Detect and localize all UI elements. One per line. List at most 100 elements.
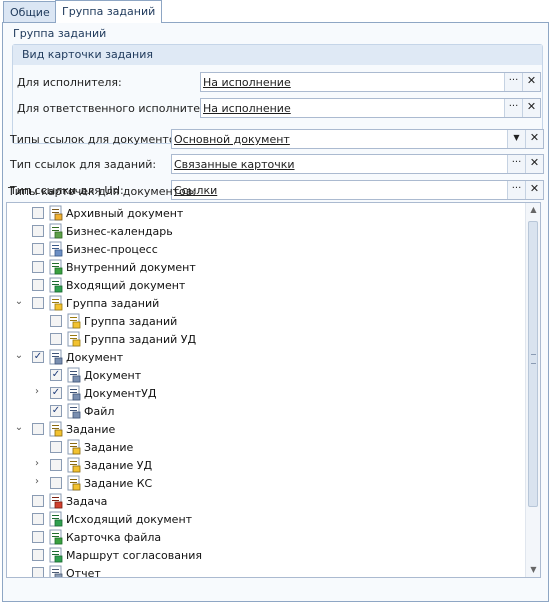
tree-checkbox[interactable] xyxy=(32,297,44,309)
tree-row-label: Документ xyxy=(84,369,142,382)
executor-field[interactable]: На исполнение ··· ✕ xyxy=(200,72,541,92)
task-link-type-clear-button[interactable]: ✕ xyxy=(525,155,543,173)
task-icon xyxy=(66,457,82,473)
tree-checkbox[interactable] xyxy=(50,333,62,345)
scroll-thumb[interactable] xyxy=(528,221,538,507)
task-icon xyxy=(66,439,82,455)
tree-checkbox[interactable] xyxy=(32,567,44,577)
task-group-icon xyxy=(48,295,64,311)
tree-row[interactable]: Внутренний документ xyxy=(7,258,525,276)
tree-checkbox[interactable]: ✓ xyxy=(50,387,62,399)
tree-checkbox[interactable] xyxy=(32,531,44,543)
tree-row[interactable]: Входящий документ xyxy=(7,276,525,294)
url-link-type-browse-button[interactable]: ··· xyxy=(507,181,525,199)
expand-chevron-icon[interactable]: › xyxy=(31,458,43,470)
tree-row[interactable]: Архивный документ xyxy=(7,204,525,222)
tree-checkbox[interactable] xyxy=(32,243,44,255)
task-group-icon xyxy=(66,313,82,329)
collapse-chevron-icon[interactable]: ⌄ xyxy=(13,350,25,362)
responsible-field[interactable]: На исполнение ··· ✕ xyxy=(200,98,541,118)
tree-checkbox[interactable] xyxy=(32,513,44,525)
internal-document-icon xyxy=(48,259,64,275)
tree-row[interactable]: Исходящий документ xyxy=(7,510,525,528)
doc-link-types-dropdown-button[interactable]: ▼ xyxy=(507,130,525,148)
tree-row[interactable]: Бизнес-процесс xyxy=(7,240,525,258)
card-types-tree[interactable]: Архивный документ Бизнес-календарь Бизнес-… xyxy=(6,202,541,578)
task-link-type-browse-button[interactable]: ··· xyxy=(507,155,525,173)
tree-row[interactable]: ⌄ Задание xyxy=(7,420,525,438)
tree-row-label: Бизнес-календарь xyxy=(66,225,173,238)
doc-link-types-value[interactable]: Основной документ xyxy=(174,133,290,146)
business-calendar-icon xyxy=(48,223,64,239)
tree-row[interactable]: Группа заданий xyxy=(7,312,525,330)
tree-checkbox[interactable] xyxy=(50,459,62,471)
tree-row[interactable]: Карточка файла xyxy=(7,528,525,546)
tree-checkbox[interactable] xyxy=(50,441,62,453)
tree-row[interactable]: Задача xyxy=(7,492,525,510)
tree-checkbox[interactable] xyxy=(32,495,44,507)
tree-row[interactable]: Бизнес-календарь xyxy=(7,222,525,240)
expand-chevron-icon[interactable]: › xyxy=(31,386,43,398)
executor-label: Для исполнителя: xyxy=(17,76,122,89)
approval-route-icon xyxy=(48,547,64,563)
document-icon xyxy=(48,349,64,365)
tree-row[interactable]: ✓ Файл xyxy=(7,402,525,420)
tree-checkbox[interactable] xyxy=(50,315,62,327)
tree-row[interactable]: ✓ Документ xyxy=(7,366,525,384)
outgoing-document-icon xyxy=(48,511,64,527)
tree-row-label: Бизнес-процесс xyxy=(66,243,158,256)
incoming-document-icon xyxy=(48,277,64,293)
tree-row-label: Задача xyxy=(66,495,108,508)
executor-browse-button[interactable]: ··· xyxy=(504,73,522,91)
tree-row[interactable]: Маршрут согласования xyxy=(7,546,525,564)
group-title: Группа заданий xyxy=(13,27,107,40)
tree-row-label: Группа заданий УД xyxy=(84,333,197,346)
task-group-icon xyxy=(66,331,82,347)
tree-checkbox[interactable] xyxy=(32,279,44,291)
executor-clear-button[interactable]: ✕ xyxy=(522,73,540,91)
tree-checkbox[interactable] xyxy=(32,225,44,237)
tree-row[interactable]: Задание xyxy=(7,438,525,456)
responsible-clear-button[interactable]: ✕ xyxy=(522,99,540,117)
responsible-value[interactable]: На исполнение xyxy=(203,102,291,115)
tree-checkbox[interactable] xyxy=(32,261,44,273)
tree-row[interactable]: ⌄ ✓ Документ xyxy=(7,348,525,366)
tree-scrollbar[interactable]: ▲ ▼ xyxy=(525,203,540,577)
scroll-up-arrow[interactable]: ▲ xyxy=(526,203,540,217)
tab-general[interactable]: Общие xyxy=(3,1,57,22)
tree-row[interactable]: › Задание УД xyxy=(7,456,525,474)
url-link-type-clear-button[interactable]: ✕ xyxy=(525,181,543,199)
assignment-icon xyxy=(48,493,64,509)
tree-checkbox[interactable] xyxy=(50,477,62,489)
report-icon xyxy=(48,565,64,577)
task-link-type-value[interactable]: Связанные карточки xyxy=(174,158,295,171)
tree-checkbox[interactable] xyxy=(32,549,44,561)
url-link-type-field[interactable]: Ссылки ··· ✕ xyxy=(171,180,544,200)
card-view-group-title: Вид карточки задания xyxy=(13,45,542,65)
responsible-browse-button[interactable]: ··· xyxy=(504,99,522,117)
tree-checkbox[interactable]: ✓ xyxy=(50,405,62,417)
tree-row[interactable]: › Задание КС xyxy=(7,474,525,492)
expand-chevron-icon[interactable]: › xyxy=(31,476,43,488)
collapse-chevron-icon[interactable]: ⌄ xyxy=(13,422,25,434)
executor-value[interactable]: На исполнение xyxy=(203,76,291,89)
tree-row-label: Задание xyxy=(66,423,116,436)
tree-checkbox[interactable]: ✓ xyxy=(50,369,62,381)
tree-row[interactable]: Группа заданий УД xyxy=(7,330,525,348)
collapse-chevron-icon[interactable]: ⌄ xyxy=(13,296,25,308)
tree-row-label: ДокументУД xyxy=(84,387,157,400)
tree-row[interactable]: ⌄ Группа заданий xyxy=(7,294,525,312)
tree-checkbox[interactable] xyxy=(32,207,44,219)
tree-row[interactable]: Отчет xyxy=(7,564,525,577)
tree-row-label: Группа заданий xyxy=(84,315,178,328)
scroll-down-arrow[interactable]: ▼ xyxy=(526,563,540,577)
tree-checkbox[interactable]: ✓ xyxy=(32,351,44,363)
task-icon xyxy=(66,475,82,491)
task-link-type-field[interactable]: Связанные карточки ··· ✕ xyxy=(171,154,544,174)
tab-task-group[interactable]: Группа заданий xyxy=(55,0,163,23)
doc-link-types-label: Типы ссылок для документов: xyxy=(10,133,186,146)
doc-link-types-clear-button[interactable]: ✕ xyxy=(525,130,543,148)
tree-checkbox[interactable] xyxy=(32,423,44,435)
doc-link-types-select[interactable]: Основной документ ▼ ✕ xyxy=(171,129,544,149)
tree-row[interactable]: › ✓ ДокументУД xyxy=(7,384,525,402)
